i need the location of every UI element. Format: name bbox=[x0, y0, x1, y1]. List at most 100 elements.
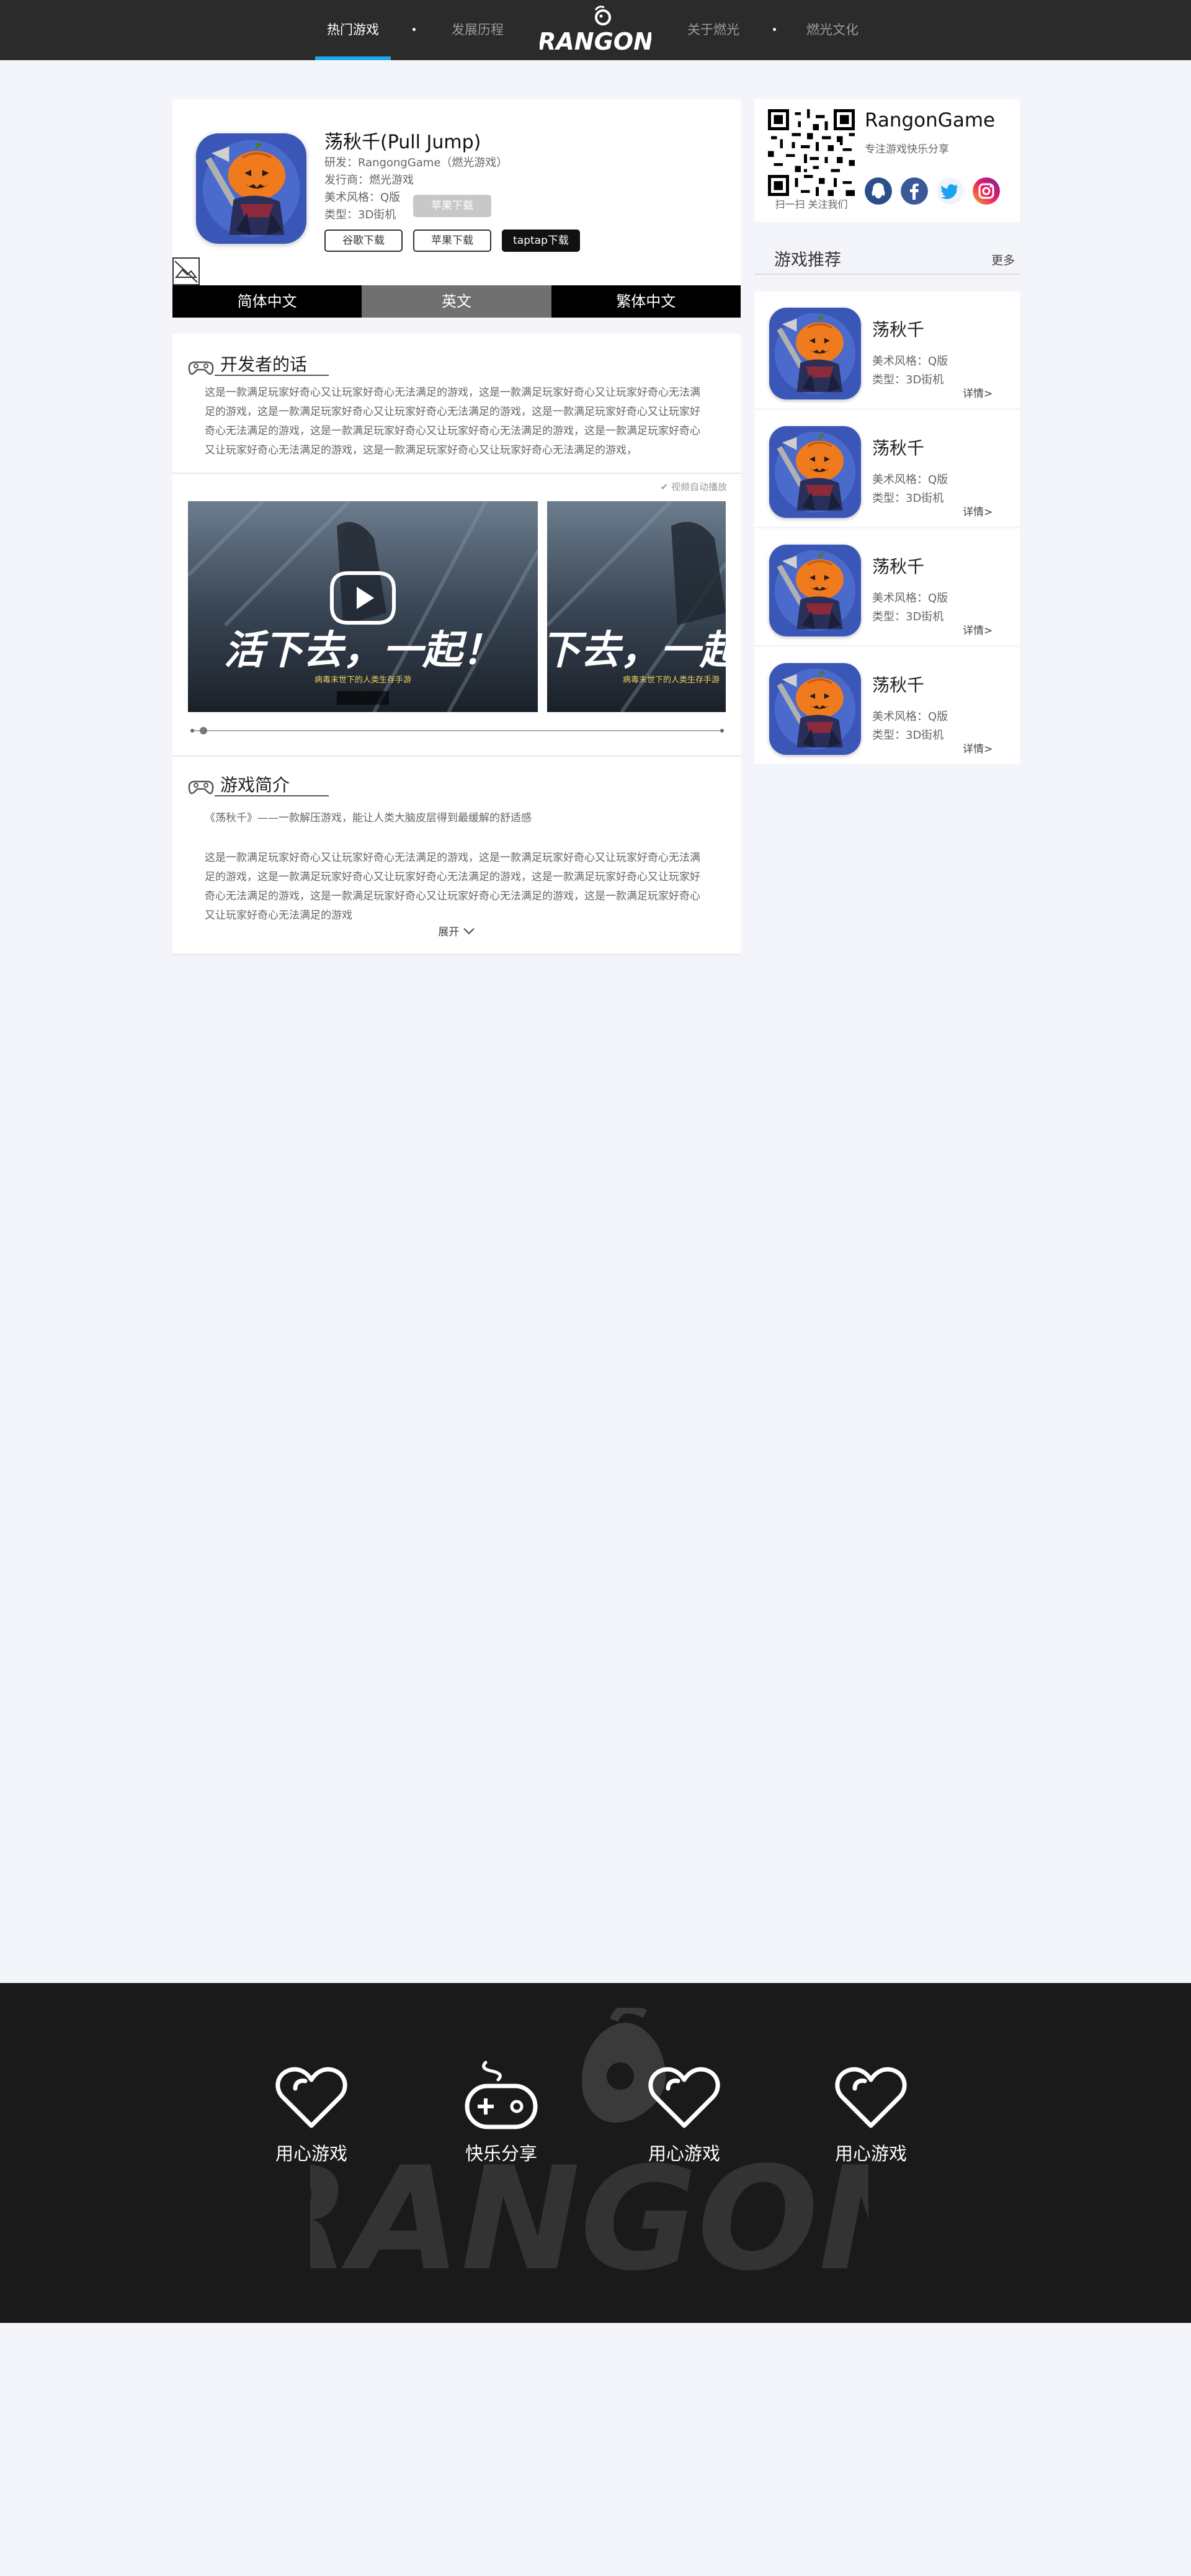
expand-label: 展开 bbox=[438, 926, 460, 938]
video-tagline: 病毒末世下的人类生存手游 bbox=[314, 675, 411, 685]
gamepad-icon bbox=[465, 2061, 538, 2129]
nav-separator-dot bbox=[773, 28, 776, 31]
game-info-card: 荡秋千(Pull Jump) 研发：RangongGame（燃光游戏） 发行商：… bbox=[172, 99, 741, 285]
video-thumbnail[interactable]: 活下去，一起！ 病毒末世下的人类生存手游 bbox=[188, 501, 538, 712]
twitter-icon[interactable] bbox=[937, 177, 964, 205]
video-headline: 活下去，一起！ bbox=[547, 628, 726, 674]
detail-link[interactable]: 详情> bbox=[963, 385, 993, 400]
recommend-game-name: 荡秋千 bbox=[872, 675, 925, 695]
brand-name: RangonGame bbox=[865, 109, 996, 131]
gamepad-icon bbox=[188, 361, 214, 375]
divider bbox=[172, 473, 741, 474]
game-type: 类型：3D街机 bbox=[324, 208, 396, 221]
nav-item-label: 关于燃光 bbox=[687, 22, 739, 37]
footer-feature-label: 用心游戏 bbox=[648, 2143, 720, 2164]
apple-download-button-disabled[interactable]: 苹果下载 bbox=[413, 195, 491, 217]
expand-button[interactable]: 展开 bbox=[172, 923, 741, 938]
game-intro-card: 游戏简介 《荡秋千》——一款解压游戏，能让人类大脑皮层得到最缓解的舒适感 这是一… bbox=[172, 755, 741, 955]
footer: RANGON 用心游戏 快乐分享 用心游戏 用心游戏 bbox=[0, 1983, 1191, 2323]
nav-item-hot-games[interactable]: 热门游戏 bbox=[315, 0, 391, 60]
section-title-underline bbox=[215, 795, 329, 796]
chevron-down-icon bbox=[463, 926, 475, 938]
autoplay-toggle[interactable]: ✔ 视频自动播放 bbox=[661, 480, 727, 493]
brand-tagline: 专注游戏快乐分享 bbox=[865, 143, 949, 156]
recommend-header: 游戏推荐 更多 bbox=[754, 238, 1020, 275]
recommend-item[interactable]: 荡秋千 美术风格：Q版 类型：3D街机 详情> bbox=[754, 647, 1020, 764]
qq-icon[interactable] bbox=[865, 177, 892, 205]
section-title-developer-words: 开发者的话 bbox=[220, 354, 308, 375]
qr-code bbox=[768, 109, 855, 196]
recommend-title: 游戏推荐 bbox=[774, 251, 841, 270]
game-art-style: 美术风格：Q版 bbox=[324, 191, 401, 204]
footer-feature-label: 用心游戏 bbox=[275, 2143, 347, 2164]
footer-feature: 快乐分享 bbox=[433, 2057, 569, 2165]
game-app-icon bbox=[769, 663, 861, 755]
detail-link[interactable]: 详情> bbox=[963, 740, 993, 755]
video-scrollbar[interactable] bbox=[190, 726, 725, 735]
footer-watermark-logo: RANGON bbox=[310, 2008, 868, 2302]
game-title: 荡秋千(Pull Jump) bbox=[324, 131, 481, 153]
nav-item-label: 燃光文化 bbox=[806, 22, 859, 37]
detail-link[interactable]: 详情> bbox=[963, 622, 993, 637]
footer-feature-label: 快乐分享 bbox=[465, 2143, 537, 2164]
video-tagline: 病毒末世下的人类生存手游 bbox=[623, 675, 720, 685]
heart-icon bbox=[647, 2064, 721, 2132]
nav-item-label: 发展历程 bbox=[452, 22, 504, 37]
recommend-type: 类型：3D街机 bbox=[872, 492, 944, 505]
recommend-item[interactable]: 荡秋千 美术风格：Q版 类型：3D街机 详情> bbox=[754, 528, 1020, 645]
detail-link[interactable]: 详情> bbox=[963, 503, 993, 519]
game-app-icon bbox=[196, 133, 306, 244]
check-icon: ✔ bbox=[660, 481, 669, 492]
game-publisher: 发行商：燃光游戏 bbox=[324, 174, 414, 187]
footer-feature-label: 用心游戏 bbox=[834, 2143, 907, 2164]
section-title-underline bbox=[215, 375, 329, 376]
divider bbox=[172, 755, 741, 757]
nav-separator-dot bbox=[413, 28, 416, 31]
video-thumbnail[interactable]: 活下去，一起！ 病毒末世下的人类生存手游 bbox=[547, 501, 726, 712]
nav-active-underline bbox=[315, 56, 391, 60]
nav-item-about[interactable]: 关于燃光 bbox=[676, 0, 751, 60]
instagram-icon[interactable] bbox=[973, 177, 1000, 205]
top-navbar: 热门游戏 发展历程 RANGON 关于燃光 燃光文化 bbox=[0, 0, 1191, 60]
recommend-art-style: 美术风格：Q版 bbox=[872, 473, 948, 486]
tab-english[interactable]: 英文 bbox=[362, 285, 551, 318]
qr-caption: 扫一扫 关注我们 bbox=[775, 198, 848, 210]
heart-icon bbox=[834, 2064, 908, 2132]
section-title-game-intro: 游戏简介 bbox=[220, 775, 290, 795]
game-app-icon bbox=[769, 545, 861, 636]
more-link[interactable]: 更多 bbox=[991, 251, 1015, 268]
heart-icon bbox=[274, 2064, 349, 2132]
footer-feature: 用心游戏 bbox=[803, 2064, 939, 2165]
google-download-button[interactable]: 谷歌下载 bbox=[324, 230, 403, 252]
recommend-item[interactable]: 荡秋千 美术风格：Q版 类型：3D街机 详情> bbox=[754, 410, 1020, 527]
recommend-art-style: 美术风格：Q版 bbox=[872, 710, 948, 723]
developer-words-text: 这是一款满足玩家好奇心又让玩家好奇心无法满足的游戏，这是一款满足玩家好奇心又让玩… bbox=[205, 386, 700, 457]
recommend-art-style: 美术风格：Q版 bbox=[872, 592, 948, 605]
game-intro-lead: 《荡秋千》——一款解压游戏，能让人类大脑皮层得到最缓解的舒适感 bbox=[205, 812, 532, 824]
game-developer: 研发：RangongGame（燃光游戏） bbox=[324, 156, 508, 169]
footer-feature: 用心游戏 bbox=[616, 2064, 752, 2165]
footer-feature: 用心游戏 bbox=[243, 2064, 380, 2165]
footer-logo-text: RANGON bbox=[310, 2137, 868, 2302]
language-tabs: 简体中文 英文 繁体中文 bbox=[172, 285, 741, 318]
developer-words-card: 开发者的话 这是一款满足玩家好奇心又让玩家好奇心无法满足的游戏，这是一款满足玩家… bbox=[172, 334, 741, 757]
taptap-download-button[interactable]: taptap下载 bbox=[502, 230, 580, 252]
tab-simplified-chinese[interactable]: 简体中文 bbox=[172, 285, 362, 318]
video-headline: 活下去，一起！ bbox=[224, 628, 502, 674]
rangon-logo[interactable]: RANGON bbox=[540, 5, 651, 55]
tab-traditional-chinese[interactable]: 繁体中文 bbox=[551, 285, 741, 318]
autoplay-label: 视频自动播放 bbox=[671, 481, 727, 492]
recommend-game-name: 荡秋千 bbox=[872, 438, 925, 458]
logo-text: RANGON bbox=[540, 28, 651, 55]
facebook-icon[interactable] bbox=[901, 177, 928, 205]
apple-download-button[interactable]: 苹果下载 bbox=[413, 230, 491, 252]
nav-item-culture[interactable]: 燃光文化 bbox=[795, 0, 870, 60]
brand-card: 扫一扫 关注我们 RangonGame 专注游戏快乐分享 bbox=[754, 99, 1020, 222]
recommend-item[interactable]: 荡秋千 美术风格：Q版 类型：3D街机 详情> bbox=[754, 292, 1020, 408]
nav-item-history[interactable]: 发展历程 bbox=[440, 0, 515, 60]
recommend-art-style: 美术风格：Q版 bbox=[872, 355, 948, 368]
recommend-type: 类型：3D街机 bbox=[872, 373, 944, 386]
divider bbox=[172, 954, 741, 955]
game-intro-text: 这是一款满足玩家好奇心又让玩家好奇心无法满足的游戏，这是一款满足玩家好奇心又让玩… bbox=[205, 852, 700, 922]
recommend-game-name: 荡秋千 bbox=[872, 556, 925, 577]
